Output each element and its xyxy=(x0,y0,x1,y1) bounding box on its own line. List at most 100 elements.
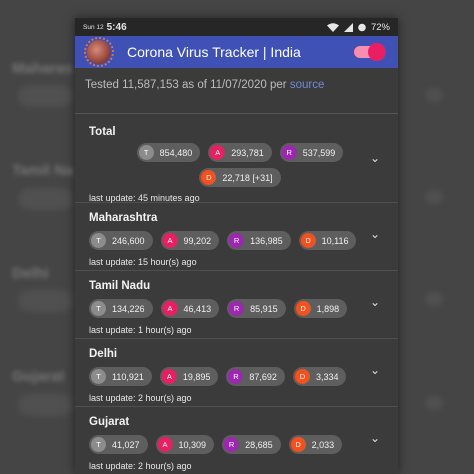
recovered-pill: R 85,915 xyxy=(227,299,286,318)
app-screen: Sun 12 5:46 72% Corona Virus Tracker | I… xyxy=(75,18,398,474)
tested-pill: T 134,226 xyxy=(89,299,153,318)
deceased-pill: D 2,033 xyxy=(288,435,343,454)
chevron-down-icon[interactable]: ⌄ xyxy=(370,151,380,165)
tested-value: 854,480 xyxy=(159,147,193,158)
last-update: last update: 15 hour(s) ago xyxy=(89,257,197,267)
blurred-text: Gujarat xyxy=(12,368,65,385)
blurred-shape xyxy=(18,85,73,107)
recovered-value: 537,599 xyxy=(302,147,336,158)
active-badge: A xyxy=(157,437,173,452)
battery-icon xyxy=(358,23,366,31)
tested-summary: Tested 11,587,153 as of 11/07/2020 per s… xyxy=(75,68,398,114)
deceased-badge: D xyxy=(295,301,311,316)
chevron-down-icon[interactable]: ⌄ xyxy=(370,227,380,241)
app-title: Corona Virus Tracker | India xyxy=(127,44,301,60)
recovered-badge: R xyxy=(229,233,245,248)
status-date: Sun 12 xyxy=(83,23,104,31)
stats-pills: T 41,027 A 10,309 R 28,685 D 2,033 xyxy=(89,435,384,454)
deceased-badge: D xyxy=(290,437,306,452)
recovered-badge: R xyxy=(228,369,244,384)
theme-toggle[interactable] xyxy=(354,43,386,61)
deceased-value: 22,718 [+31] xyxy=(222,172,273,183)
tested-value: 246,600 xyxy=(112,235,145,246)
state-name: Delhi xyxy=(89,348,118,360)
active-value: 99,202 xyxy=(183,235,212,246)
state-name: Maharashtra xyxy=(89,212,158,224)
recovered-badge: R xyxy=(224,437,240,452)
blurred-shape xyxy=(18,394,73,416)
last-update: last update: 2 hour(s) ago xyxy=(89,461,192,471)
deceased-badge: D xyxy=(201,170,217,185)
wifi-icon xyxy=(326,22,339,32)
tested-value: 41,027 xyxy=(112,439,140,450)
status-time: 5:46 xyxy=(106,21,127,33)
state-name: Gujarat xyxy=(89,416,130,428)
source-link[interactable]: source xyxy=(290,79,325,91)
recovered-value: 87,692 xyxy=(249,371,277,382)
recovered-value: 136,985 xyxy=(250,235,283,246)
chevron-down-icon[interactable]: ⌄ xyxy=(370,363,380,377)
deceased-pill: D 10,116 xyxy=(298,231,357,250)
active-value: 46,413 xyxy=(183,303,212,314)
state-name: Total xyxy=(89,126,116,138)
state-card-tamil-nadu[interactable]: Tamil Nadu T 134,226 A 46,413 R 85,915 D 1,8… xyxy=(75,271,398,339)
active-pill: A 46,413 xyxy=(160,299,220,318)
state-card-total[interactable]: Total T 854,480 A 293,781 R 537,599 D 22,718… xyxy=(75,114,398,203)
blurred-shape xyxy=(18,188,73,210)
tested-badge: T xyxy=(91,369,106,384)
stats-pills: T 110,921 A 19,895 R 87,692 D 3,334 xyxy=(89,367,384,386)
blurred-shape xyxy=(425,190,443,204)
active-value: 10,309 xyxy=(178,439,207,450)
deceased-value: 3,334 xyxy=(315,371,339,382)
deceased-pill: D 1,898 xyxy=(293,299,348,318)
stats-pills: T 246,600 A 99,202 R 136,985 D 10,116 xyxy=(89,231,384,250)
status-bar: Sun 12 5:46 72% xyxy=(75,18,398,36)
state-card-gujarat[interactable]: Gujarat T 41,027 A 10,309 R 28,685 D 2,033 l… xyxy=(75,407,398,474)
active-pill: A 293,781 xyxy=(208,143,272,162)
recovered-value: 28,685 xyxy=(245,439,273,450)
tested-text: Tested 11,587,153 as of 11/07/2020 per xyxy=(85,79,287,91)
last-update: last update: 2 hour(s) ago xyxy=(89,393,192,403)
deceased-pill: D 3,334 xyxy=(292,367,347,386)
deceased-value: 2,033 xyxy=(311,439,335,450)
recovered-badge: R xyxy=(229,301,245,316)
active-badge: A xyxy=(162,233,178,248)
blurred-text: Maharas xyxy=(12,60,73,77)
blurred-shape xyxy=(425,396,443,410)
deceased-badge: D xyxy=(300,233,316,248)
active-value: 19,895 xyxy=(182,371,211,382)
tested-value: 110,921 xyxy=(112,371,144,382)
state-card-maharashtra[interactable]: Maharashtra T 246,600 A 99,202 R 136,985 D1… xyxy=(75,203,398,271)
deceased-value: 10,116 xyxy=(321,235,349,246)
last-update: last update: 1 hour(s) ago xyxy=(89,325,192,335)
recovered-value: 85,915 xyxy=(250,303,278,314)
state-card-delhi[interactable]: Delhi T 110,921 A 19,895 R 87,692 D 3,334 la… xyxy=(75,339,398,407)
tested-badge: T xyxy=(91,233,106,248)
chevron-down-icon[interactable]: ⌄ xyxy=(370,295,380,309)
toggle-knob[interactable] xyxy=(368,43,386,61)
tested-badge: T xyxy=(91,301,106,316)
blurred-shape xyxy=(18,290,73,312)
tested-badge: T xyxy=(91,437,106,452)
stats-pills: T 134,226 A 46,413 R 85,915 D 1,898 xyxy=(89,299,384,318)
recovered-badge: R xyxy=(281,145,297,160)
stats-pills: T 854,480 A 293,781 R 537,599 D 22,718 [+31] xyxy=(125,143,355,187)
active-pill: A 99,202 xyxy=(160,231,220,250)
tested-badge: T xyxy=(138,145,154,160)
app-bar: Corona Virus Tracker | India xyxy=(75,36,398,68)
chevron-down-icon[interactable]: ⌄ xyxy=(370,431,380,445)
tested-pill: T 854,480 xyxy=(136,143,201,162)
deceased-badge: D xyxy=(294,369,310,384)
recovered-pill: R 87,692 xyxy=(226,367,285,386)
blurred-text: Delhi xyxy=(12,265,49,282)
active-pill: A 19,895 xyxy=(159,367,219,386)
tested-value: 134,226 xyxy=(112,303,145,314)
recovered-pill: R 28,685 xyxy=(222,435,281,454)
active-value: 293,781 xyxy=(231,147,264,158)
blurred-shape xyxy=(425,292,443,306)
tested-pill: T 246,600 xyxy=(89,231,153,250)
blurred-text: Tamil Na xyxy=(12,162,74,179)
recovered-pill: R 136,985 xyxy=(227,231,291,250)
battery-level: 72% xyxy=(370,21,390,33)
deceased-pill: D 22,718 [+31] xyxy=(199,168,281,187)
